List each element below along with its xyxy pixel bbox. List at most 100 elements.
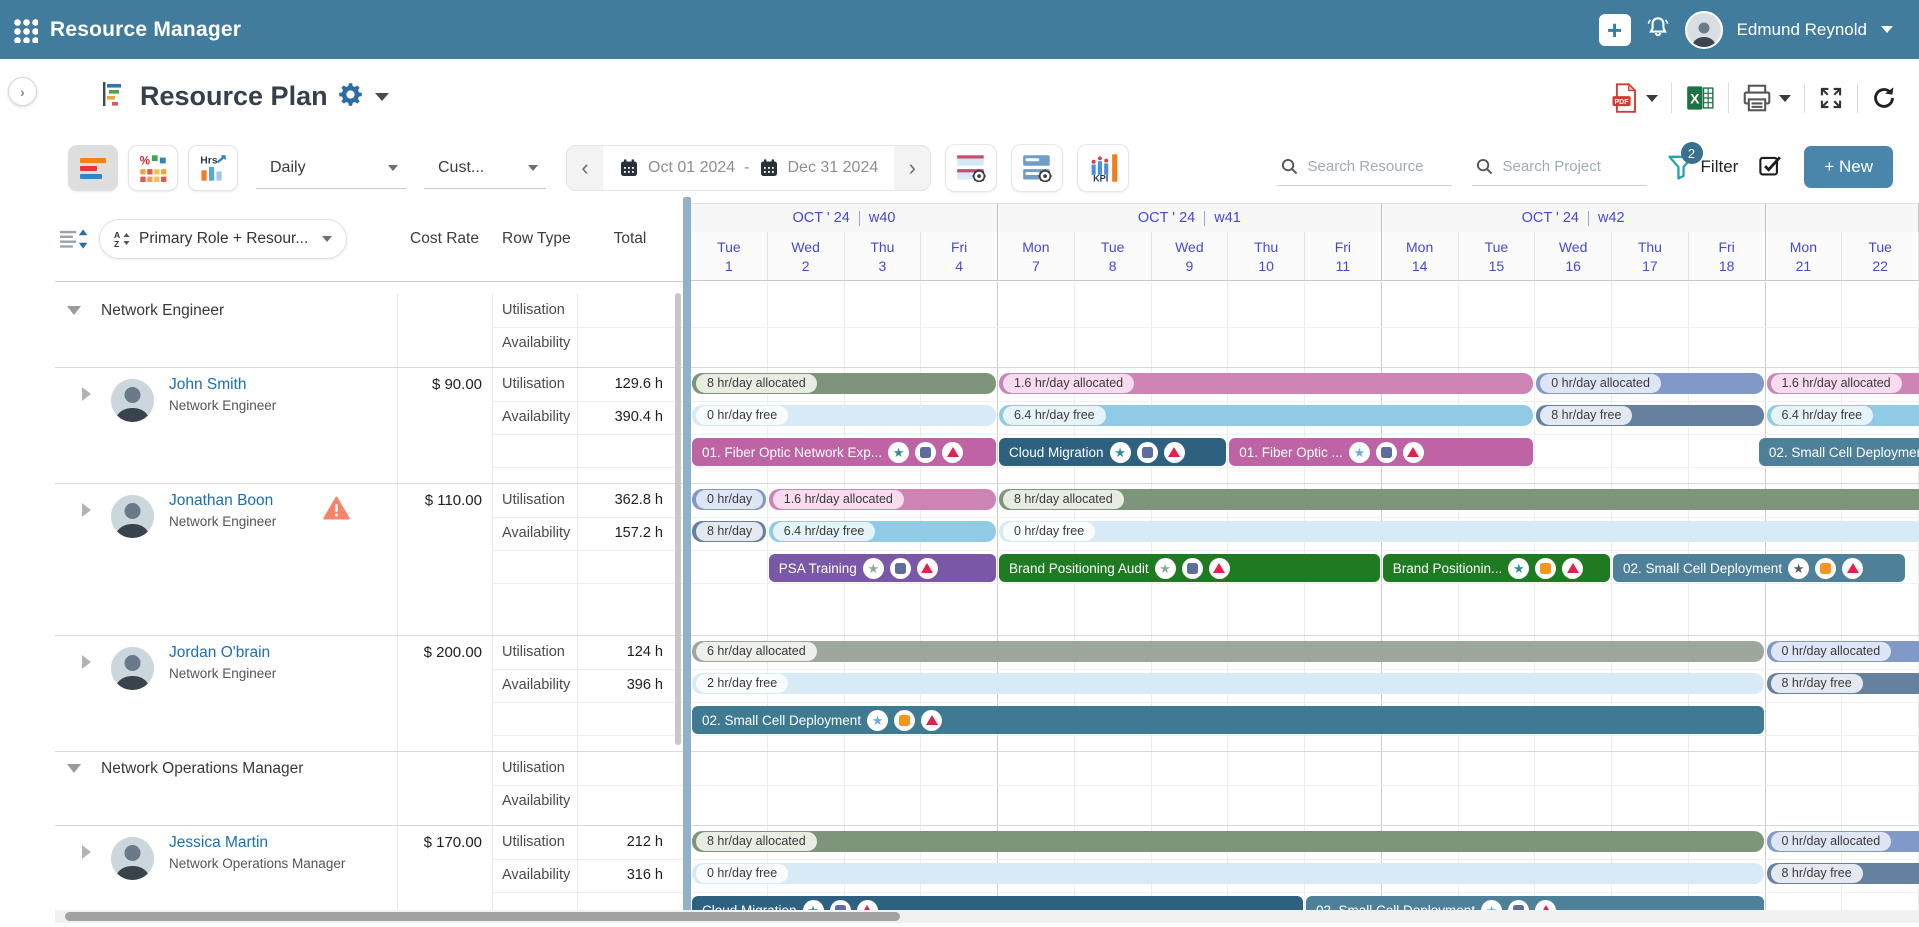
view-gantt-button[interactable] <box>68 145 118 191</box>
table-vertical-scrollbar[interactable] <box>675 293 681 745</box>
timeline-day-header[interactable]: Thu10 <box>1228 232 1305 280</box>
panel-splitter[interactable] <box>683 197 691 914</box>
allocation-bar[interactable]: 0 hr/day allocated <box>1767 641 1919 662</box>
allocation-bar[interactable]: 1.6 hr/day allocated <box>999 373 1533 394</box>
expand-resource-icon[interactable] <box>82 845 91 859</box>
user-menu-caret-icon[interactable] <box>1881 26 1893 33</box>
allocation-bar[interactable]: 0 hr/day allocated <box>1536 373 1763 394</box>
project-bar[interactable]: Brand Positionin...★ <box>1383 554 1610 582</box>
allocation-settings-button[interactable] <box>945 144 997 192</box>
availability-bar[interactable]: 6.4 hr/day free <box>999 405 1533 426</box>
resource-row[interactable]: UtilisationAvailabilityJessica MartinNet… <box>55 826 683 914</box>
project-bar[interactable]: 01. Fiber Optic Network Exp...★ <box>692 438 996 466</box>
collapse-group-icon[interactable] <box>67 764 81 773</box>
timeline-day-header[interactable]: Fri4 <box>921 232 998 280</box>
timeline-day-header[interactable]: Mon14 <box>1382 232 1459 280</box>
timeline-day-header[interactable]: Tue8 <box>1075 232 1152 280</box>
date-prev-button[interactable]: ‹ <box>567 146 603 190</box>
availability-bar[interactable]: 8 hr/day <box>692 521 766 542</box>
project-bar[interactable]: 02. Small Cell Deployment★ <box>1613 554 1905 582</box>
date-next-button[interactable]: › <box>894 146 930 190</box>
resource-name-link[interactable]: Jonathan Boon <box>169 492 273 510</box>
group-by-select[interactable]: AZ Primary Role + Resour... <box>99 219 347 259</box>
export-pdf-button[interactable]: PDF <box>1611 83 1658 113</box>
new-button[interactable]: + New <box>1804 146 1893 188</box>
resource-name-link[interactable]: Jordan O'brain <box>169 644 270 662</box>
resource-row[interactable]: UtilisationAvailabilityJordan O'brainNet… <box>55 636 683 752</box>
timeline-day-header[interactable]: Fri11 <box>1305 232 1382 280</box>
resource-row[interactable]: UtilisationAvailabilityJonathan BoonNetw… <box>55 484 683 636</box>
availability-bar[interactable]: 6.4 hr/day free <box>769 521 996 542</box>
resource-name-link[interactable]: Jessica Martin <box>169 834 268 852</box>
availability-bar[interactable]: 0 hr/day free <box>692 405 996 426</box>
view-percentage-button[interactable]: % <box>128 145 178 191</box>
view-hours-button[interactable]: Hrs <box>188 145 238 191</box>
allocation-bar[interactable]: 1.6 hr/day allocated <box>1767 373 1919 394</box>
timeline-day-header[interactable]: Thu3 <box>845 232 922 280</box>
availability-bar[interactable]: 0 hr/day free <box>999 521 1919 542</box>
allocation-bar[interactable]: 8 hr/day allocated <box>692 831 1764 852</box>
horizontal-scrollbar[interactable] <box>55 910 1919 923</box>
timeline-day-header[interactable]: Tue15 <box>1459 232 1536 280</box>
app-grid-icon[interactable] <box>12 17 38 43</box>
allocation-bar[interactable]: 0 hr/day allocated <box>1767 831 1919 852</box>
allocation-bar[interactable]: 1.6 hr/day allocated <box>769 489 996 510</box>
availability-bar[interactable]: 0 hr/day free <box>692 863 1764 884</box>
timeline-day-header[interactable]: Wed2 <box>768 232 845 280</box>
overallocation-warning-icon[interactable] <box>323 496 350 525</box>
granularity-select[interactable]: Daily <box>256 148 406 189</box>
quick-add-button[interactable]: + <box>1599 14 1631 46</box>
resource-avatar[interactable] <box>111 647 154 690</box>
resource-row[interactable]: UtilisationAvailabilityJohn SmithNetwork… <box>55 368 683 484</box>
refresh-button[interactable] <box>1871 85 1897 111</box>
timeline-day-header[interactable]: Thu17 <box>1612 232 1689 280</box>
timeline-day-header[interactable]: Fri18 <box>1689 232 1766 280</box>
availability-bar[interactable]: 8 hr/day free <box>1767 673 1919 694</box>
collapse-panel-button[interactable]: › <box>8 77 37 106</box>
project-bar[interactable]: Brand Positioning Audit★ <box>999 554 1380 582</box>
project-bar[interactable]: Cloud Migration★ <box>999 438 1226 466</box>
resource-avatar[interactable] <box>111 495 154 538</box>
print-options-caret-icon[interactable] <box>1779 95 1791 102</box>
project-bar[interactable]: 02. Small Cell Deployment★ <box>692 706 1764 734</box>
date-to-value[interactable]: Dec 31 2024 <box>788 159 879 177</box>
search-project-input[interactable] <box>1501 157 1643 176</box>
project-bar[interactable]: 01. Fiber Optic ...★ <box>1229 438 1533 466</box>
allocation-bar[interactable]: 8 hr/day allocated <box>999 489 1919 510</box>
search-resource-input[interactable] <box>1306 157 1448 176</box>
kpi-button[interactable]: KPI <box>1077 144 1129 192</box>
allocation-bar[interactable]: 6 hr/day allocated <box>692 641 1764 662</box>
horizontal-scrollbar-thumb[interactable] <box>65 912 900 921</box>
resource-avatar[interactable] <box>111 837 154 880</box>
allocation-bar[interactable]: 0 hr/day <box>692 489 766 510</box>
export-excel-button[interactable]: X <box>1685 84 1715 112</box>
timeline-day-header[interactable]: Wed16 <box>1535 232 1612 280</box>
resource-name-link[interactable]: John Smith <box>169 376 247 394</box>
project-bar[interactable]: PSA Training★ <box>769 554 996 582</box>
timeline-day-header[interactable]: Tue1 <box>691 232 768 280</box>
bulk-edit-icon[interactable] <box>1758 152 1784 183</box>
availability-bar[interactable]: 6.4 hr/day free <box>1767 405 1919 426</box>
resource-avatar[interactable] <box>111 379 154 422</box>
expand-resource-icon[interactable] <box>82 655 91 669</box>
timeline-day-header[interactable]: Mon21 <box>1766 232 1843 280</box>
project-bar[interactable]: 02. Small Cell Deployment <box>1759 438 1919 466</box>
allocation-bar[interactable]: 8 hr/day allocated <box>692 373 996 394</box>
notifications-bell-icon[interactable] <box>1645 14 1671 45</box>
range-preset-select[interactable]: Cust... <box>424 148 546 189</box>
pdf-options-caret-icon[interactable] <box>1646 95 1658 102</box>
availability-bar[interactable]: 8 hr/day free <box>1536 405 1763 426</box>
timeline-day-header[interactable]: Mon7 <box>998 232 1075 280</box>
filter-control[interactable]: 2 Filter <box>1667 154 1739 180</box>
plan-settings-gear-icon[interactable] <box>338 82 363 112</box>
availability-bar[interactable]: 8 hr/day free <box>1767 863 1919 884</box>
sort-icon[interactable] <box>59 227 89 256</box>
fullscreen-button[interactable] <box>1818 85 1844 111</box>
expand-resource-icon[interactable] <box>82 503 91 517</box>
plan-menu-caret-icon[interactable] <box>375 93 389 101</box>
availability-bar[interactable]: 2 hr/day free <box>692 673 1764 694</box>
collapse-group-icon[interactable] <box>67 306 81 315</box>
print-button[interactable] <box>1742 84 1791 112</box>
group-row[interactable]: UtilisationAvailabilityNetwork Operation… <box>55 752 683 826</box>
timeline-day-header[interactable]: Wed9 <box>1152 232 1229 280</box>
